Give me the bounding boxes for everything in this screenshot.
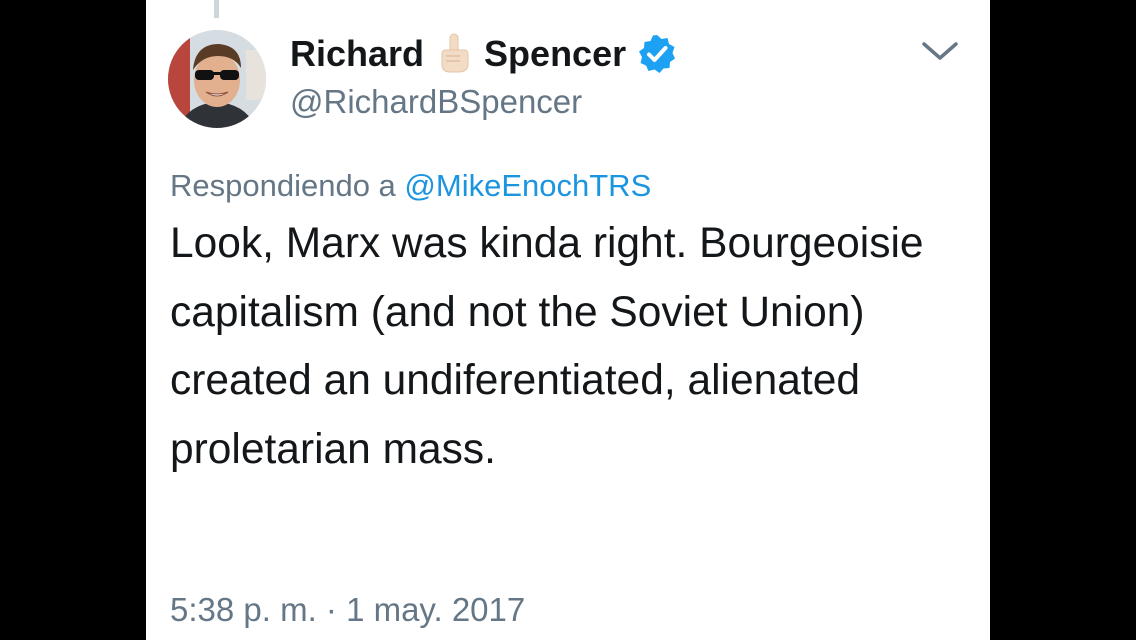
author-handle[interactable]: @RichardBSpencer <box>290 80 582 124</box>
verified-badge-icon <box>636 33 678 75</box>
screen: Richard Spencer @RichardBSpencer Respond… <box>0 0 1136 640</box>
pointing-up-emoji-icon <box>434 32 474 76</box>
thread-connector-line <box>214 0 219 18</box>
reply-handle-link[interactable]: @MikeEnochTRS <box>404 168 651 203</box>
avatar[interactable] <box>168 30 266 128</box>
tweet-timestamp[interactable]: 5:38 p. m. · 1 may. 2017 <box>170 588 525 632</box>
chevron-down-icon[interactable] <box>920 36 960 66</box>
author-name-last[interactable]: Spencer <box>484 30 626 78</box>
tweet-text: Look, Marx was kinda right. Bourgeoisie … <box>170 220 924 473</box>
tweet-card: Richard Spencer @RichardBSpencer Respond… <box>146 0 990 640</box>
reply-prefix: Respondiendo a <box>170 168 396 203</box>
author-name-first[interactable]: Richard <box>290 30 424 78</box>
reply-context: Respondiendo a @MikeEnochTRS <box>170 166 651 206</box>
author-name-row[interactable]: Richard Spencer <box>290 30 678 78</box>
avatar-image <box>168 30 266 128</box>
